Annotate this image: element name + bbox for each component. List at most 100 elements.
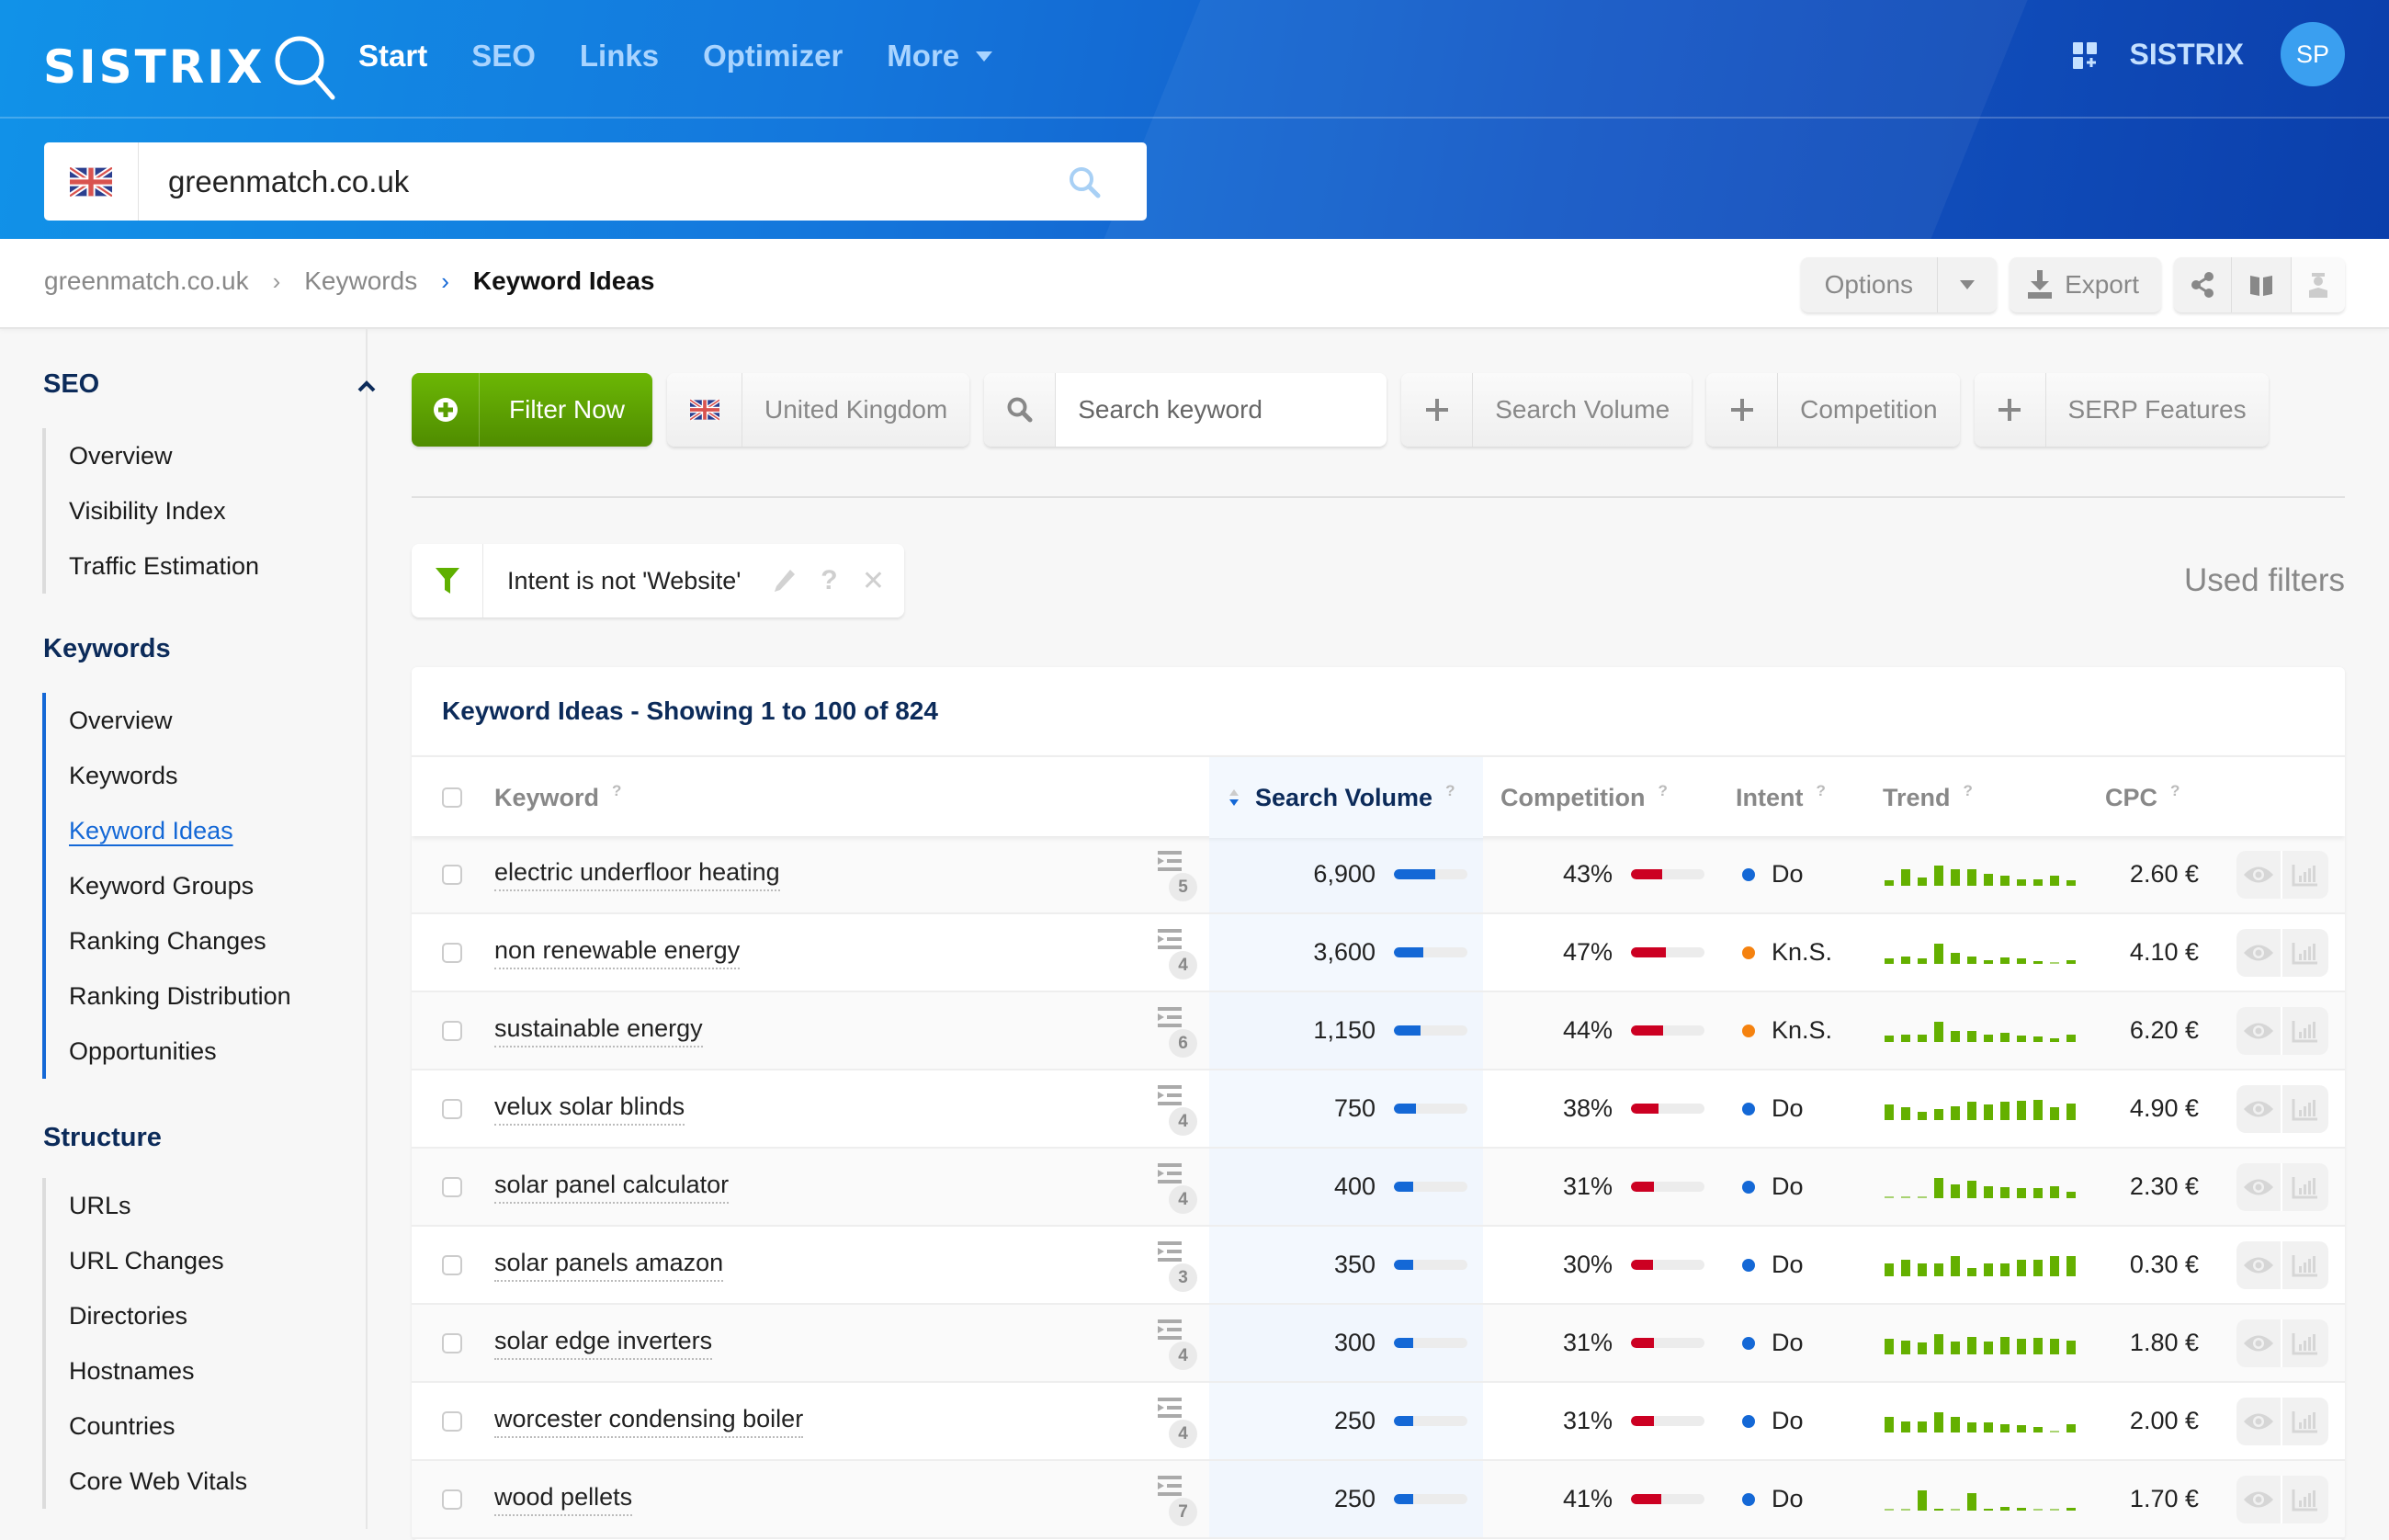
nav-seo[interactable]: SEO	[471, 39, 536, 74]
sidebar-item-keywords-overview[interactable]: Overview	[46, 693, 364, 748]
serp-features-button[interactable]: 6	[1158, 1007, 1202, 1058]
column-trend[interactable]: Trend?	[1883, 757, 1973, 838]
filter-now-button[interactable]: Filter Now	[412, 373, 653, 447]
keyword-link[interactable]: sustainable energy	[494, 1014, 703, 1047]
keyword-history-button[interactable]	[2282, 1398, 2328, 1445]
row-checkbox[interactable]	[442, 1383, 462, 1459]
column-cpc[interactable]: CPC?	[2105, 757, 2180, 838]
row-checkbox[interactable]	[442, 1227, 462, 1303]
keyword-link[interactable]: solar edge inverters	[494, 1327, 713, 1360]
keyword-history-button[interactable]	[2282, 1007, 2328, 1055]
country-filter-button[interactable]: United Kingdom	[667, 373, 970, 447]
keyword-history-button[interactable]	[2282, 929, 2328, 977]
keyword-history-button[interactable]	[2282, 1085, 2328, 1133]
add-filter-competition[interactable]: Competition	[1706, 373, 1960, 447]
keyword-link[interactable]: worcester condensing boiler	[494, 1405, 804, 1438]
add-filter-serp-features[interactable]: SERP Features	[1974, 373, 2269, 447]
remove-filter-button[interactable]: ✕	[851, 565, 895, 597]
handbook-button[interactable]	[2232, 257, 2292, 312]
domain-search-input[interactable]	[139, 164, 1057, 199]
keyword-history-button[interactable]	[2282, 851, 2328, 899]
serp-features-button[interactable]: 4	[1158, 1398, 1202, 1448]
country-selector[interactable]	[44, 142, 139, 221]
options-button[interactable]: Options	[1801, 257, 1939, 312]
add-filter-search-volume[interactable]: Search Volume	[1401, 373, 1693, 447]
serp-features-button[interactable]: 4	[1158, 929, 1202, 979]
column-keyword[interactable]: Keyword?	[494, 757, 621, 838]
sidebar-item-ranking-distribution[interactable]: Ranking Distribution	[46, 968, 364, 1024]
sidebar-section-seo[interactable]: SEO	[43, 369, 99, 400]
sidebar-item-url-changes[interactable]: URL Changes	[46, 1233, 364, 1288]
column-search-volume[interactable]: Search Volume?	[1209, 757, 1483, 838]
keyword-history-button[interactable]	[2282, 1241, 2328, 1289]
column-competition[interactable]: Competition?	[1500, 757, 1668, 838]
options-dropdown-button[interactable]	[1938, 257, 1997, 312]
serp-features-button[interactable]: 4	[1158, 1163, 1202, 1214]
help-icon[interactable]: ?	[612, 782, 621, 800]
edit-filter-button[interactable]	[763, 568, 807, 594]
breadcrumb-domain[interactable]: greenmatch.co.uk	[44, 266, 249, 296]
view-serp-button[interactable]	[2236, 1085, 2282, 1133]
chevron-up-icon[interactable]	[357, 377, 377, 397]
keyword-link[interactable]: velux solar blinds	[494, 1093, 685, 1126]
keyword-link[interactable]: solar panels amazon	[494, 1249, 724, 1282]
search-icon[interactable]	[1057, 164, 1112, 200]
keyword-link[interactable]: electric underfloor heating	[494, 858, 780, 891]
nav-optimizer[interactable]: Optimizer	[703, 39, 843, 74]
nav-start[interactable]: Start	[358, 39, 427, 74]
nav-links[interactable]: Links	[580, 39, 659, 74]
breadcrumb-keywords[interactable]: Keywords	[304, 266, 417, 296]
sidebar-item-visibility-index[interactable]: Visibility Index	[46, 483, 364, 538]
help-icon[interactable]: ?	[2170, 782, 2180, 800]
view-serp-button[interactable]	[2236, 1398, 2282, 1445]
view-serp-button[interactable]	[2236, 1241, 2282, 1289]
sidebar-item-traffic-estimation[interactable]: Traffic Estimation	[46, 538, 364, 594]
sistrix-logo[interactable]: SISTRIX	[43, 31, 342, 103]
select-all-checkbox[interactable]	[442, 757, 462, 838]
keyword-link[interactable]: solar panel calculator	[494, 1171, 730, 1204]
sidebar-item-ranking-changes[interactable]: Ranking Changes	[46, 913, 364, 968]
sidebar-item-hostnames[interactable]: Hostnames	[46, 1343, 364, 1398]
sidebar-section-keywords[interactable]: Keywords	[43, 634, 171, 664]
help-icon[interactable]: ?	[1964, 782, 1973, 800]
keyword-link[interactable]: non renewable energy	[494, 936, 741, 969]
view-serp-button[interactable]	[2236, 851, 2282, 899]
sidebar-item-keyword-groups[interactable]: Keyword Groups	[46, 858, 364, 913]
row-checkbox[interactable]	[442, 836, 462, 912]
account-brand-link[interactable]: SISTRIX	[2130, 38, 2244, 72]
keyword-history-button[interactable]	[2282, 1163, 2328, 1211]
serp-features-button[interactable]: 4	[1158, 1319, 1202, 1370]
sidebar-item-seo-overview[interactable]: Overview	[46, 428, 364, 483]
view-serp-button[interactable]	[2236, 1007, 2282, 1055]
keyword-link[interactable]: wood pellets	[494, 1483, 633, 1516]
serp-features-button[interactable]: 5	[1158, 851, 1202, 901]
row-checkbox[interactable]	[442, 992, 462, 1069]
export-button[interactable]: Export	[2010, 257, 2161, 312]
sidebar-section-structure[interactable]: Structure	[43, 1123, 162, 1153]
serp-features-button[interactable]: 3	[1158, 1241, 1202, 1292]
sidebar-item-urls[interactable]: URLs	[46, 1178, 364, 1233]
row-checkbox[interactable]	[442, 914, 462, 991]
keyword-search-input[interactable]	[1056, 373, 1387, 447]
row-checkbox[interactable]	[442, 1149, 462, 1225]
row-checkbox[interactable]	[442, 1070, 462, 1147]
sidebar-item-keyword-ideas[interactable]: Keyword Ideas	[46, 803, 364, 858]
row-checkbox[interactable]	[442, 1305, 462, 1381]
help-icon[interactable]: ?	[1658, 782, 1667, 800]
keyword-history-button[interactable]	[2282, 1319, 2328, 1367]
row-checkbox[interactable]	[442, 1461, 462, 1537]
apps-grid-icon[interactable]	[2071, 37, 2102, 72]
serp-features-button[interactable]: 4	[1158, 1085, 1202, 1136]
filter-help-button[interactable]: ?	[807, 565, 851, 596]
sidebar-item-countries[interactable]: Countries	[46, 1398, 364, 1454]
sidebar-item-core-web-vitals[interactable]: Core Web Vitals	[46, 1454, 364, 1509]
column-intent[interactable]: Intent?	[1736, 757, 1826, 838]
search-icon[interactable]	[984, 373, 1057, 447]
keyword-history-button[interactable]	[2282, 1476, 2328, 1523]
sidebar-item-opportunities[interactable]: Opportunities	[46, 1024, 364, 1079]
view-serp-button[interactable]	[2236, 1163, 2282, 1211]
avatar[interactable]: SP	[2281, 22, 2345, 86]
academy-button[interactable]	[2292, 257, 2345, 312]
sidebar-item-keywords[interactable]: Keywords	[46, 748, 364, 803]
nav-more[interactable]: More	[887, 39, 993, 74]
